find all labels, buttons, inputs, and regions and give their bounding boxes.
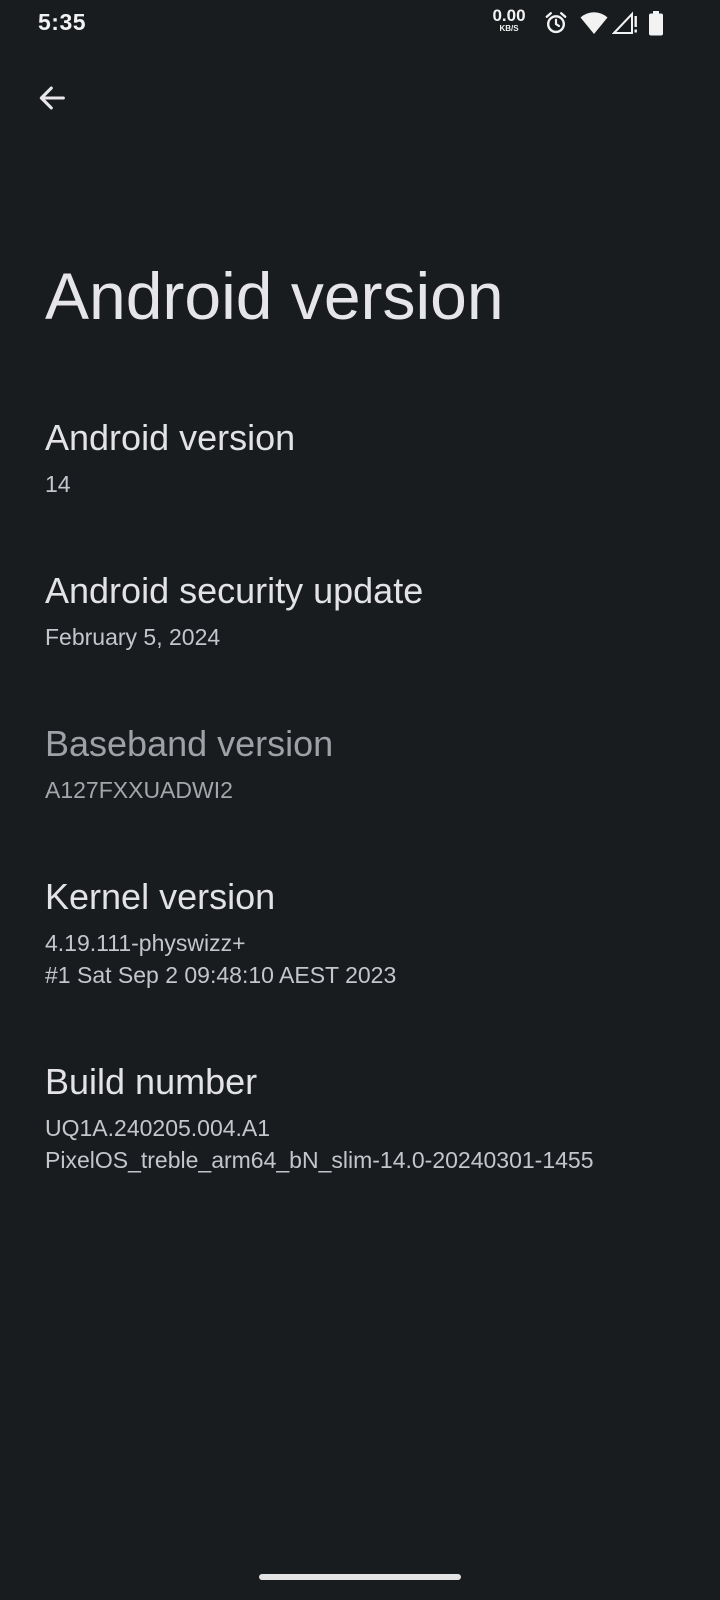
pref-summary-line: UQ1A.240205.004.A1 [45, 1115, 271, 1141]
pref-summary: 14 [45, 468, 695, 500]
arrow-back-icon [35, 81, 69, 120]
back-button[interactable] [24, 72, 80, 128]
gesture-nav-handle[interactable] [259, 1574, 461, 1580]
pref-summary: UQ1A.240205.004.A1 PixelOS_treble_arm64_… [45, 1112, 695, 1176]
status-bar: 5:35 0.00 KB/S [0, 0, 720, 48]
pref-title: Android security update [45, 570, 424, 611]
pref-summary: 4.19.111-physwizz+ #1 Sat Sep 2 09:48:10… [45, 927, 695, 991]
pref-summary: February 5, 2024 [45, 621, 695, 653]
pref-android-security-update[interactable]: Android security update February 5, 2024 [45, 569, 695, 653]
alarm-icon [543, 10, 569, 36]
pref-baseband-version: Baseband version A127FXXUADWI2 [45, 722, 695, 806]
network-speed-unit: KB/S [499, 24, 519, 33]
pref-summary: A127FXXUADWI2 [45, 774, 695, 806]
pref-summary-line: A127FXXUADWI2 [45, 777, 233, 803]
pref-title: Baseband version [45, 723, 334, 764]
pref-summary-line: 14 [45, 471, 71, 497]
pref-kernel-version[interactable]: Kernel version 4.19.111-physwizz+ #1 Sat… [45, 875, 695, 991]
status-time: 5:35 [38, 9, 87, 35]
pref-android-version[interactable]: Android version 14 [45, 416, 695, 500]
pref-summary-line: PixelOS_treble_arm64_bN_slim-14.0-202403… [45, 1147, 594, 1173]
cell-signal-icon [612, 11, 638, 35]
pref-summary-line: #1 Sat Sep 2 09:48:10 AEST 2023 [45, 962, 397, 988]
network-speed-value: 0.00 [492, 6, 526, 25]
pref-summary-line: 4.19.111-physwizz+ [45, 930, 246, 956]
pref-title: Build number [45, 1061, 258, 1102]
pref-title: Kernel version [45, 876, 276, 917]
wifi-icon [580, 11, 608, 35]
page-title: Android version [45, 259, 504, 333]
battery-icon [648, 11, 664, 36]
network-speed-indicator: 0.00 KB/S [486, 7, 532, 33]
pref-summary-line: February 5, 2024 [45, 624, 221, 650]
pref-build-number[interactable]: Build number UQ1A.240205.004.A1 PixelOS_… [45, 1060, 695, 1176]
pref-title: Android version [45, 417, 296, 458]
